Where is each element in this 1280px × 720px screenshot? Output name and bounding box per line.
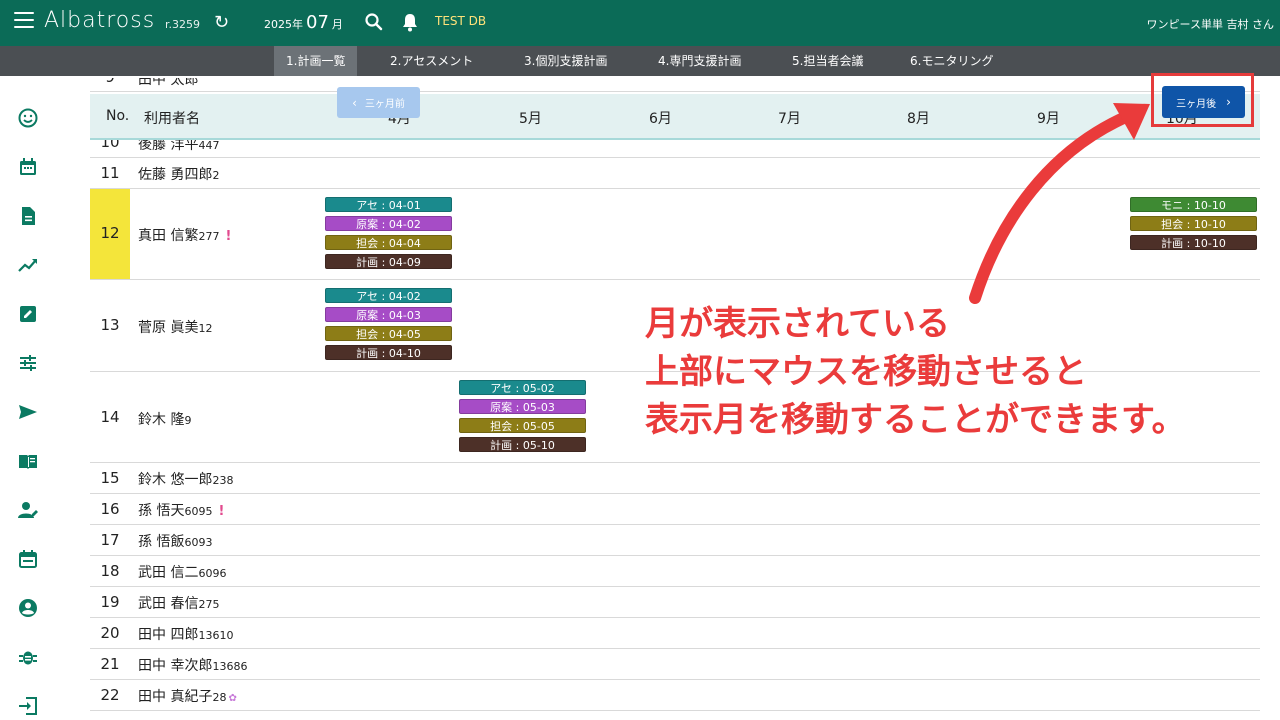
table-row[interactable]: 22 田中 真紀子28 ✿ — [90, 680, 1260, 711]
table-row[interactable]: 21 田中 幸次郎13686 — [90, 649, 1260, 680]
month-header-may: 5月 — [519, 111, 542, 127]
table-row[interactable]: 16 孫 悟天6095! — [90, 494, 1260, 525]
schedule-chip[interactable]: 計画 : 05-10 — [459, 437, 586, 452]
alert-icon: ! — [218, 504, 225, 519]
tab-specialist-plan[interactable]: 4.専門支援計画 — [646, 46, 753, 76]
schedule-chip[interactable]: アセ : 04-01 — [325, 197, 452, 212]
table-row[interactable]: 17 孫 悟飯6093 — [90, 525, 1260, 556]
table-row[interactable]: 23 — [90, 711, 1260, 720]
annotation-line: 月が表示されている — [645, 304, 950, 344]
user-name[interactable]: ワンピース単単 吉村 さん — [1147, 16, 1274, 32]
highlight-box — [1151, 73, 1254, 127]
revision-label: r.3259 — [165, 18, 201, 31]
logout-icon[interactable] — [17, 695, 39, 717]
app-root: Albatross r.3259 ↻ 2025年 07 月 TEST DB ワン… — [0, 0, 1280, 720]
annotation-line: 上部にマウスを移動させると — [645, 352, 1087, 392]
table-row[interactable]: 15 鈴木 悠一郎238 — [90, 463, 1260, 494]
schedule-chip[interactable]: 計画 : 04-10 — [325, 345, 452, 360]
schedule-chip[interactable]: 担会 : 04-04 — [325, 235, 452, 250]
schedule-chip[interactable]: アセ : 04-02 — [325, 288, 452, 303]
trend-icon[interactable] — [17, 254, 39, 276]
book-icon[interactable] — [17, 450, 39, 472]
month-suffix: 月 — [331, 18, 343, 31]
month-header-aug: 8月 — [907, 111, 930, 127]
schedule-chip[interactable]: モニ : 10-10 — [1130, 197, 1257, 212]
calendar-icon[interactable] — [17, 156, 39, 178]
document-icon[interactable] — [17, 205, 39, 227]
user-edit-icon[interactable] — [17, 499, 39, 521]
tab-assessment[interactable]: 2.アセスメント — [378, 46, 485, 76]
sidebar — [0, 76, 56, 720]
month-header-sep: 9月 — [1037, 111, 1060, 127]
chevron-left-icon: ‹ — [352, 95, 357, 110]
annotation-text: 月が表示されている 上部にマウスを移動させると 表示月を移動することができます。 — [645, 300, 1186, 444]
table-row[interactable]: 19 武田 春信275 — [90, 587, 1260, 618]
app-header: Albatross r.3259 ↻ 2025年 07 月 TEST DB ワン… — [0, 0, 1280, 46]
tab-bar: 1.計画一覧 2.アセスメント 3.個別支援計画 4.専門支援計画 5.担当者会… — [0, 46, 1280, 76]
event-icon[interactable] — [17, 548, 39, 570]
month-label: 07 — [306, 12, 329, 33]
tab-individual-plan[interactable]: 3.個別支援計画 — [512, 46, 619, 76]
smile-icon[interactable] — [17, 107, 39, 129]
bug-icon[interactable] — [17, 646, 39, 668]
tab-staff-meeting[interactable]: 5.担当者会議 — [780, 46, 875, 76]
account-icon[interactable] — [17, 597, 39, 619]
bell-icon[interactable] — [400, 12, 420, 32]
month-header-jun: 6月 — [649, 111, 672, 127]
column-no: No. — [106, 108, 130, 124]
brand-logo[interactable]: Albatross — [44, 8, 155, 33]
table-row[interactable]: 9 田中 太郎 — [90, 78, 1260, 92]
tab-monitoring[interactable]: 6.モニタリング — [898, 46, 1005, 76]
schedule-chip[interactable]: 原案 : 04-02 — [325, 216, 452, 231]
sliders-icon[interactable] — [17, 352, 39, 374]
table-row[interactable]: 18 武田 信二6096 — [90, 556, 1260, 587]
flower-icon: ✿ — [228, 693, 237, 704]
schedule-chip[interactable]: 計画 : 04-09 — [325, 254, 452, 269]
schedule-chip[interactable]: 担会 : 10-10 — [1130, 216, 1257, 231]
database-name: TEST DB — [435, 14, 487, 28]
search-icon[interactable] — [364, 12, 384, 32]
schedule-chip[interactable]: 原案 : 04-03 — [325, 307, 452, 322]
current-month[interactable]: 2025年 07 月 — [264, 12, 343, 33]
annotation-line: 表示月を移動することができます。 — [645, 400, 1186, 440]
tab-plan-list[interactable]: 1.計画一覧 — [274, 46, 358, 76]
month-header-jul: 7月 — [778, 111, 801, 127]
table-row[interactable]: 11 佐藤 勇四郎2 — [90, 158, 1260, 189]
refresh-icon[interactable]: ↻ — [214, 12, 229, 33]
schedule-chip[interactable]: 担会 : 04-05 — [325, 326, 452, 341]
schedule-chip[interactable]: アセ : 05-02 — [459, 380, 586, 395]
prev-three-months-button[interactable]: ‹ 三ヶ月前 — [337, 87, 420, 118]
edit-icon[interactable] — [17, 303, 39, 325]
alert-icon: ! — [225, 229, 232, 244]
column-user-name: 利用者名 — [144, 111, 200, 127]
menu-icon[interactable] — [14, 12, 34, 28]
table-header: No. 利用者名 4月 5月 6月 7月 8月 9月 10月 — [90, 94, 1260, 140]
year-label: 2025年 — [264, 18, 303, 31]
table-row[interactable]: 12 真田 信繁277! アセ : 04-01 原案 : 04-02 担会 : … — [90, 189, 1260, 280]
send-icon[interactable] — [17, 401, 39, 423]
schedule-chip[interactable]: 原案 : 05-03 — [459, 399, 586, 414]
schedule-chip[interactable]: 計画 : 10-10 — [1130, 235, 1257, 250]
table-row[interactable]: 20 田中 四郎13610 — [90, 618, 1260, 649]
schedule-chip[interactable]: 担会 : 05-05 — [459, 418, 586, 433]
